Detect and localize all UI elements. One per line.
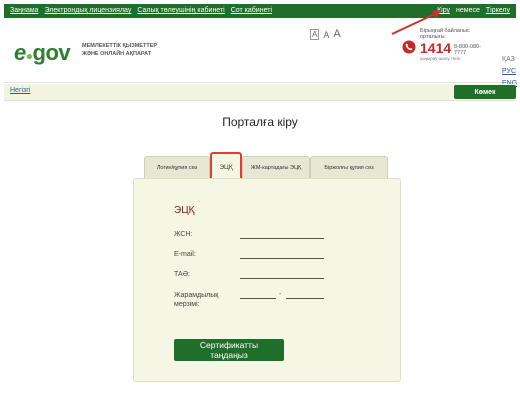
form-title: ЭЦҚ xyxy=(174,205,195,216)
email-field xyxy=(240,257,324,259)
page-title: Порталға кіру xyxy=(222,115,298,129)
eds-login-panel: ЭЦҚ ЖСН: E-mail: ТАӘ: Жарамдылық мерзімі… xyxy=(133,178,401,382)
validity-label: Жарамдылық мерзімі: xyxy=(174,292,219,308)
logo-subtitle: МЕМЛЕКЕТТІК ҚЫЗМЕТТЕР ЖӘНЕ ОНЛАЙН АҚПАРА… xyxy=(82,43,158,57)
tab-id-card-eds[interactable]: ЖМ-картадағы ЭЦҚ xyxy=(242,156,310,179)
font-size-medium[interactable]: A xyxy=(323,30,329,40)
tab-one-time-password[interactable]: Біржолғы құпия сөз xyxy=(310,156,388,179)
validity-to-field xyxy=(286,297,324,299)
iin-label: ЖСН: xyxy=(174,231,193,238)
tab-login-password[interactable]: Логин/құпия сөз xyxy=(144,156,210,179)
register-link[interactable]: Тіркелу xyxy=(486,7,510,14)
breadcrumb-home[interactable]: Негізгі xyxy=(10,87,30,94)
email-label: E-mail: xyxy=(174,251,196,258)
call-center-title: Бірыңғай байланыс орталығы xyxy=(420,28,470,40)
top-link-court-cabinet[interactable]: Сот кабинеті xyxy=(231,7,272,14)
login-link[interactable]: Кіру xyxy=(437,7,450,14)
font-size-switcher: A A A xyxy=(310,28,341,40)
top-link-taxpayer-cabinet[interactable]: Салық төлеушінің кабинеті xyxy=(137,7,224,14)
validity-separator: - xyxy=(279,291,282,298)
call-center: Бірыңғай байланыс орталығы 1414 8-800-08… xyxy=(400,28,490,61)
top-link-legislation[interactable]: Заңнама xyxy=(10,7,38,14)
iin-field xyxy=(240,237,324,239)
egov-logo[interactable]: e●gov xyxy=(14,40,71,66)
phone-icon xyxy=(402,40,416,54)
validity-from-field xyxy=(240,297,276,299)
breadcrumb-bar: Негізгі Көмек xyxy=(4,84,516,101)
help-button[interactable]: Көмек xyxy=(454,85,516,99)
or-text: немесе xyxy=(456,7,480,14)
auth-links: Кіру немесе Тіркелу xyxy=(437,7,510,14)
lang-rus[interactable]: РУС xyxy=(502,66,517,78)
top-links: Заңнама Электрондық лицензиялау Салық тө… xyxy=(10,7,272,14)
lang-kaz[interactable]: ҚАЗ xyxy=(502,54,517,66)
call-center-alt-number: 8-800-080-7777 xyxy=(454,44,481,56)
top-link-e-licensing[interactable]: Электрондық лицензиялау xyxy=(44,7,131,14)
call-center-free-note: қоңырау шалу тегін xyxy=(420,56,461,61)
top-bar: Заңнама Электрондық лицензиялау Салық тө… xyxy=(4,4,516,18)
font-size-small[interactable]: A xyxy=(310,29,320,40)
header: e●gov МЕМЛЕКЕТТІК ҚЫЗМЕТТЕР ЖӘНЕ ОНЛАЙН … xyxy=(4,18,517,87)
select-certificate-button[interactable]: Сертификатты таңдаңыз xyxy=(174,339,284,361)
full-name-label: ТАӘ: xyxy=(174,271,190,278)
font-size-large[interactable]: A xyxy=(333,28,340,40)
full-name-field xyxy=(240,277,324,279)
logo-dot-icon: ● xyxy=(25,49,33,63)
